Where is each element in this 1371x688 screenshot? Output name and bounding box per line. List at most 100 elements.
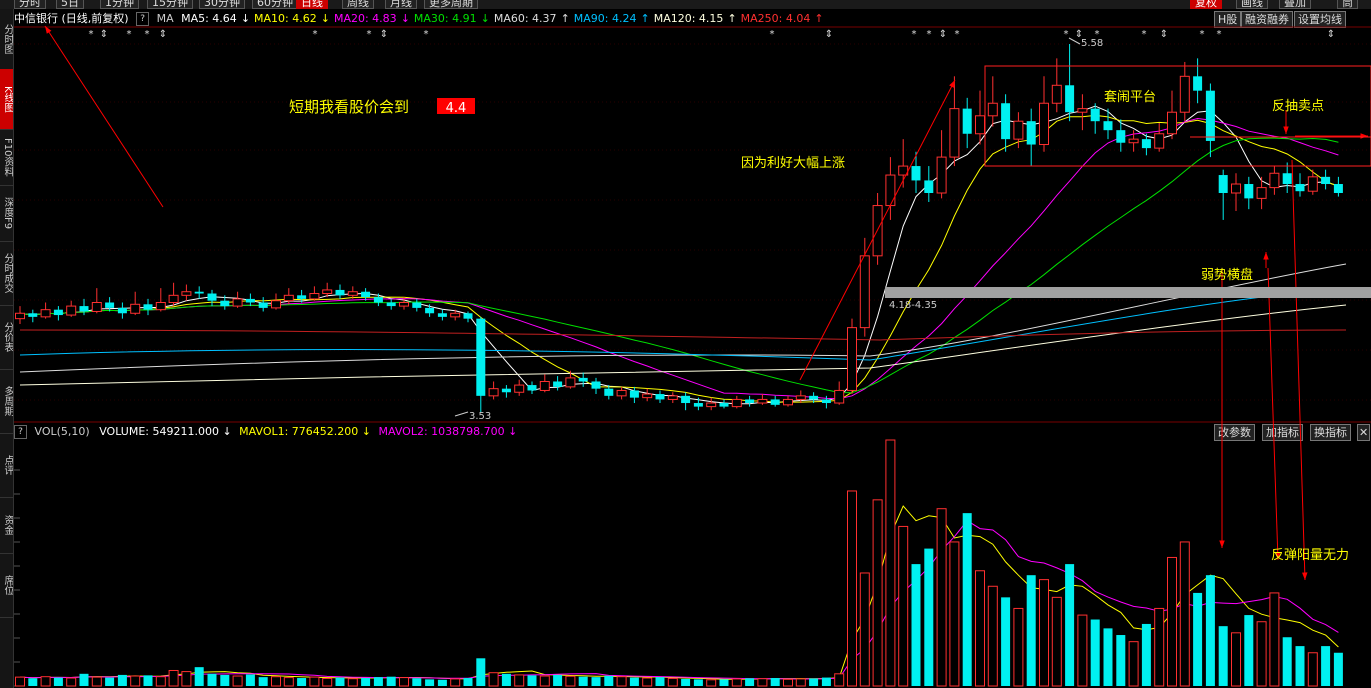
ma90-line [19, 287, 1347, 361]
volume-bar [105, 677, 115, 686]
volume-bar [616, 676, 627, 687]
candle-body [437, 313, 447, 317]
volume-bar [232, 675, 243, 687]
volume-bar [79, 673, 89, 686]
arrow-weak-volume-head [1219, 540, 1225, 548]
candle-body [194, 291, 204, 294]
candle-body [412, 302, 422, 308]
candle-body [821, 399, 831, 404]
candle-body [1026, 121, 1036, 145]
candle-body [527, 385, 537, 391]
volume-bar [437, 679, 447, 686]
candle-body [66, 305, 77, 316]
kline-chart[interactable]: * ⇕ * * ⇕ * * ⇕ * * ⇕ * * ⇕ * * ⇕ * * ⇕ * * ⇕ [0, 0, 1371, 688]
ma-line [19, 105, 1339, 405]
event-marker-icon: * [1217, 29, 1222, 40]
platform-label: 套闹平台 [1104, 90, 1157, 105]
candle-body [1282, 173, 1292, 185]
volume-bar [809, 678, 819, 686]
candle-body [297, 295, 307, 299]
volume-bar [399, 677, 409, 687]
volume-bar [1051, 596, 1062, 687]
candle-body [809, 395, 819, 400]
event-marker-icon: ⇕ [159, 29, 167, 40]
volume-bar [604, 675, 614, 686]
candle-body [681, 395, 691, 404]
volume-bar [885, 439, 896, 687]
ma250-line [19, 329, 1347, 341]
volume-ma-line [19, 505, 1339, 680]
volume-bar [258, 677, 268, 686]
volume-bar [194, 667, 204, 686]
candle-body [117, 307, 127, 314]
volume-bar [745, 678, 755, 686]
candle-body [642, 393, 653, 399]
candle-body [476, 318, 486, 396]
volume-bars [15, 439, 1343, 687]
candle-body [28, 313, 38, 317]
volume-bar [795, 678, 806, 687]
volume-bar [911, 564, 921, 686]
candle-body [1154, 133, 1165, 149]
candle-body [271, 300, 281, 309]
candle-body [1013, 120, 1024, 140]
arrow-rally [799, 79, 956, 381]
volume-bar [1001, 597, 1011, 686]
candle-body [987, 102, 998, 117]
volume-bar [1065, 564, 1075, 686]
candle-body [565, 377, 576, 388]
volume-bar [962, 513, 972, 686]
candle-body [834, 389, 845, 404]
volume-bar [859, 572, 870, 687]
event-marker-icon: * [770, 29, 775, 40]
event-marker-icon: * [424, 29, 429, 40]
candle-body [335, 289, 345, 296]
volume-bar [936, 508, 947, 687]
candle-body [591, 381, 601, 389]
volume-bar [335, 677, 345, 686]
volume-ma-lines [19, 505, 1339, 680]
volume-bar [783, 678, 793, 687]
candle-body [1205, 90, 1215, 141]
candle-body [53, 309, 63, 316]
volume-bar [1218, 626, 1228, 686]
low-marker [454, 411, 469, 417]
volume-bar [872, 499, 883, 687]
volume-bar [1231, 632, 1241, 687]
volume-bar [1103, 628, 1113, 686]
candle-body [450, 312, 461, 318]
event-marker-icon: * [89, 29, 94, 40]
volume-bar [924, 548, 934, 686]
candle-body [1065, 85, 1075, 113]
volume-bar [155, 676, 166, 687]
volume-bar [91, 676, 102, 687]
candle-body [629, 390, 639, 398]
volume-bar [553, 674, 563, 686]
volume-bar [1090, 619, 1100, 686]
candle-body [1269, 172, 1280, 189]
candle-body [232, 298, 243, 307]
volume-bar [1256, 621, 1267, 687]
volume-bar [309, 676, 320, 687]
volume-bar [629, 677, 639, 686]
volume-bar [667, 677, 678, 687]
volume-bar [207, 673, 217, 686]
candle-body [40, 309, 51, 318]
volume-bar [1116, 635, 1126, 686]
volume-bar [591, 677, 601, 686]
event-marker-icon: * [127, 29, 132, 40]
volume-bar [322, 677, 333, 687]
volume-bar [898, 525, 909, 687]
candle-body [15, 312, 25, 320]
arrow-to-title [44, 25, 164, 208]
candle-body [488, 388, 499, 397]
candle-body [1218, 175, 1228, 193]
event-marker-icon: * [367, 29, 372, 40]
candle-body [1193, 76, 1203, 91]
volume-bar [1179, 541, 1190, 687]
candle-body [1141, 139, 1151, 149]
candle-body [1039, 102, 1049, 146]
volume-bar [706, 679, 717, 687]
ma-line [19, 117, 1339, 400]
volume-bar [117, 674, 127, 686]
